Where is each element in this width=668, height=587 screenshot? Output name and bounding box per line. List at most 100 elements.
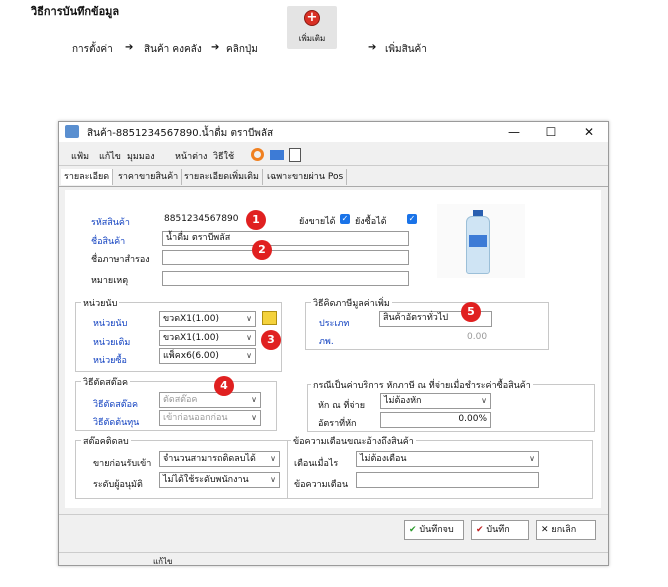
doc-step-c: เพิ่มสินค้า <box>385 44 427 55</box>
chevron-down-icon: ∨ <box>270 454 276 463</box>
vat-group-title: วิธีคิดภาษีมูลค่าเพิ่ม <box>311 296 392 310</box>
stock-cut-group-title: วิธีตัดสต๊อค <box>81 375 130 389</box>
doc-step-b: คลิกปุ่ม <box>226 44 258 55</box>
buy-unit-label: หน่วยซื้อ <box>93 356 127 366</box>
target-icon[interactable] <box>251 148 264 161</box>
bottle-label-icon <box>469 235 487 247</box>
can-sell-checkbox[interactable]: ✓ <box>340 214 350 224</box>
doc-title: วิธีการบันทึกข้อมูล <box>31 5 120 18</box>
tab-price[interactable]: ราคาขายสินค้า <box>115 169 183 185</box>
cost-method-label: วิธีตัดต้นทุน <box>93 418 140 428</box>
menu-view[interactable]: มุมมอง <box>127 149 155 163</box>
vat-rate-value: 0.00 <box>467 332 488 342</box>
alert-when-label: เตือนเมื่อไร <box>294 459 339 469</box>
status-text: แก้ไข <box>153 557 173 566</box>
name-label: ชื่อสินค้า <box>91 237 126 247</box>
approver-select[interactable]: ไม่ได้ใช้ระดับพนักงาน ∨ <box>159 472 280 488</box>
vat-rate-label: ภพ. <box>319 337 334 347</box>
can-buy-label: ยังซื้อได้ <box>355 217 387 227</box>
can-buy-checkbox[interactable]: ✓ <box>407 214 417 224</box>
step-badge: 3 <box>261 330 281 350</box>
buy-unit-select[interactable]: แพ็คx6(6.00) ∨ <box>159 348 256 364</box>
alert-when-select[interactable]: ไม่ต้องเตือน ∨ <box>356 451 539 467</box>
cost-method-select[interactable]: เข้าก่อนออกก่อน ∨ <box>159 410 261 426</box>
product-window: สินค้า-8851234567890.น้ำดื่ม ตราบีพลัส —… <box>58 121 609 566</box>
step-badge: 4 <box>214 376 234 396</box>
chevron-down-icon: ∨ <box>246 333 252 342</box>
chevron-down-icon: ∨ <box>246 351 252 360</box>
close-icon: ✕ <box>541 525 549 535</box>
check-icon: ✔ <box>409 525 417 535</box>
chevron-down-icon: ∨ <box>251 413 257 422</box>
cancel-button[interactable]: ✕ ยกเลิก <box>536 520 596 540</box>
details-panel: รหัสสินค้า 8851234567890 ชื่อสินค้า น้ำด… <box>65 190 601 508</box>
doc-step-a: สินค้า คงคลัง <box>144 44 202 55</box>
tab-pos[interactable]: เฉพาะขายผ่าน Pos <box>264 169 348 185</box>
alt-name-field[interactable] <box>162 250 409 265</box>
menu-file[interactable]: แฟ้ม <box>71 149 89 163</box>
unit-select[interactable]: ขวดX1(1.00) ∨ <box>159 311 256 327</box>
units-group-title: หน่วยนับ <box>81 296 120 310</box>
chevron-down-icon: ∨ <box>246 314 252 323</box>
save-close-button[interactable]: ✔ บันทึกจบ <box>404 520 464 540</box>
std-unit-select[interactable]: ขวดX1(1.00) ∨ <box>159 330 256 346</box>
alert-message-label: ข้อความเตือน <box>294 480 349 490</box>
sell-before-receive-label: ขายก่อนรับเข้า <box>93 459 152 469</box>
minimize-icon[interactable]: — <box>494 123 534 141</box>
window-title: สินค้า-8851234567890.น้ำดื่ม ตราบีพลัส <box>87 128 274 139</box>
code-label: รหัสสินค้า <box>91 218 130 228</box>
note-label: หมายเหตุ <box>91 276 129 286</box>
vat-type-label: ประเภท <box>319 319 350 329</box>
app-icon <box>65 125 79 138</box>
stock-cut-select[interactable]: ตัดสต๊อค ∨ <box>159 392 261 408</box>
arrow-right-icon: ➔ <box>125 42 134 53</box>
tab-details[interactable]: รายละเอียด <box>61 169 114 185</box>
title-bar: สินค้า-8851234567890.น้ำดื่ม ตราบีพลัส —… <box>59 122 608 142</box>
arrow-right-icon: ➔ <box>368 42 377 53</box>
maximize-icon[interactable]: ☐ <box>531 123 571 141</box>
sell-before-receive-select[interactable]: จำนวนสามารถติดลบได้ ∨ <box>159 451 280 467</box>
alert-group-title: ข้อความเตือนขณะอ้างถึงสินค้า <box>291 434 416 448</box>
wht-label: หัก ณ ที่จ่าย <box>318 401 365 411</box>
check-icon: ✔ <box>476 525 484 535</box>
step-badge: 1 <box>246 210 266 230</box>
calculator-icon[interactable] <box>270 150 284 160</box>
step-badge: 5 <box>461 302 481 322</box>
tab-strip: รายละเอียด ราคาขายสินค้า รายละเอียดเพิ่ม… <box>59 169 608 187</box>
close-icon[interactable]: ✕ <box>569 123 609 141</box>
status-bar: แก้ไข <box>59 552 608 567</box>
button-bar: ✔ บันทึกจบ ✔ บันทึก ✕ ยกเลิก <box>59 514 608 549</box>
stock-cut-label: วิธีตัดสต๊อค <box>93 400 138 410</box>
std-unit-label: หน่วยเติม <box>93 338 131 348</box>
wht-select[interactable]: ไม่ต้องหัก ∨ <box>380 393 491 409</box>
plus-circle-icon: + <box>304 10 320 26</box>
arrow-right-icon: ➔ <box>211 42 220 53</box>
neg-stock-group-title: สต๊อคติดลบ <box>81 434 131 448</box>
menu-bar: แฟ้ม แก้ไข มุมมอง หน้าต่าง วิธีใช้ <box>59 145 608 166</box>
wht-rate-label: อัตราที่หัก <box>318 419 357 429</box>
can-sell-label: ยังขายได้ <box>299 217 336 227</box>
service-group-title: กรณีเป็นค่าบริการ หักภาษี ณ ที่จ่ายเมื่อ… <box>311 378 533 392</box>
calendar-icon[interactable] <box>289 148 301 162</box>
note-field[interactable] <box>162 271 409 286</box>
chevron-down-icon: ∨ <box>270 475 276 484</box>
chevron-down-icon: ∨ <box>481 396 487 405</box>
wht-rate-field[interactable]: 0.00% <box>380 412 491 428</box>
menu-edit[interactable]: แก้ไข <box>99 149 121 163</box>
bottle-icon <box>466 216 490 274</box>
unit-lookup-icon[interactable] <box>262 311 277 325</box>
add-button-image: + เพิ่มเติม <box>287 6 337 49</box>
tab-more-details[interactable]: รายละเอียดเพิ่มเติม <box>181 169 263 185</box>
add-button-label: เพิ่มเติม <box>298 34 326 43</box>
alert-message-field[interactable] <box>356 472 539 488</box>
menu-help[interactable]: วิธีใช้ <box>213 149 234 163</box>
approver-label: ระดับผู้อนุมัติ <box>93 480 143 490</box>
save-button[interactable]: ✔ บันทึก <box>471 520 529 540</box>
alt-name-label: ชื่อภาษาสำรอง <box>91 255 150 265</box>
name-field[interactable]: น้ำดื่ม ตราบีพลัส <box>162 231 409 246</box>
menu-window[interactable]: หน้าต่าง <box>175 149 207 163</box>
chevron-down-icon: ∨ <box>529 454 535 463</box>
chevron-down-icon: ∨ <box>251 395 257 404</box>
product-image <box>437 204 525 278</box>
code-value: 8851234567890 <box>164 214 239 224</box>
